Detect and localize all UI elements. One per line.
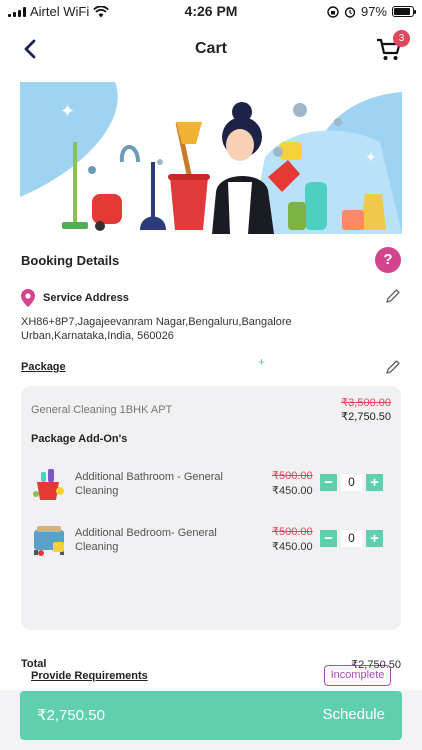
- booking-details-heading: Booking Details: [21, 253, 120, 268]
- pencil-icon[interactable]: [385, 359, 401, 375]
- package-name: General Cleaning 1BHK APT: [31, 404, 173, 416]
- quantity-stepper: − 0 +: [320, 474, 383, 491]
- quantity-value: 0: [341, 474, 362, 491]
- package-card: General Cleaning 1BHK APT ₹3,500.00 ₹2,7…: [21, 386, 401, 686]
- sparkle-icon: +: [258, 355, 266, 369]
- addons-heading: Package Add-On's: [31, 433, 128, 445]
- schedule-button[interactable]: ₹2,750.50 Schedule: [20, 691, 402, 740]
- bathroom-cleaning-icon: [33, 469, 64, 500]
- service-address-text: XH86+8P7,Jagajeevanram Nagar,Bengaluru,B…: [21, 316, 292, 342]
- location-pin-icon: [21, 289, 35, 307]
- quantity-stepper: − 0 +: [320, 530, 383, 547]
- addon-new-price: ₹450.00: [272, 485, 313, 497]
- status-bar: Airtel WiFi 4:26 PM 97%: [0, 0, 422, 22]
- bedroom-cleaning-icon: [34, 526, 64, 556]
- battery-icon: [392, 6, 416, 17]
- battery-percent: 97%: [360, 4, 387, 19]
- service-address-label: Service Address: [43, 292, 129, 304]
- footer-amount: ₹2,750.50: [37, 707, 105, 724]
- cleaning-banner-illustration: ✦ ✦: [20, 82, 402, 234]
- addon-name: Additional Bathroom - General Cleaning: [75, 471, 223, 497]
- increase-button[interactable]: +: [366, 530, 383, 547]
- rotation-lock-icon: [327, 5, 339, 18]
- page-title: Cart: [194, 40, 227, 57]
- footer: ₹2,750.50 Schedule: [0, 690, 422, 750]
- cart-button[interactable]: 3: [374, 30, 410, 64]
- svg-text:✦: ✦: [60, 101, 75, 121]
- package-label: Package: [21, 361, 66, 373]
- alarm-icon: [344, 6, 356, 18]
- content-area: ✦ ✦ Booking Details ? Service Address XH…: [0, 78, 422, 690]
- addon-old-price: ₹500.00: [272, 470, 313, 482]
- total-label: Total: [21, 658, 47, 670]
- svg-text:✦: ✦: [365, 149, 377, 165]
- addon-old-price: ₹500.00: [272, 526, 313, 538]
- app-header: Cart 3: [0, 22, 422, 78]
- addon-name: Additional Bedroom- General Cleaning: [75, 527, 217, 553]
- decrease-button[interactable]: −: [320, 474, 337, 491]
- total-row: Total ₹2,750.50: [21, 658, 401, 674]
- package-new-price: ₹2,750.50: [341, 411, 391, 423]
- list-item: Additional Bedroom- General Cleaning ₹50…: [21, 520, 401, 560]
- decrease-button[interactable]: −: [320, 530, 337, 547]
- increase-button[interactable]: +: [366, 474, 383, 491]
- package-old-price: ₹3,500.00: [341, 397, 391, 409]
- schedule-label: Schedule: [322, 706, 385, 723]
- quantity-value: 0: [341, 530, 362, 547]
- list-item: Additional Bathroom - General Cleaning ₹…: [21, 464, 401, 504]
- help-icon[interactable]: ?: [375, 247, 401, 273]
- total-value: ₹2,750.50: [351, 659, 401, 671]
- addon-new-price: ₹450.00: [272, 541, 313, 553]
- pencil-icon[interactable]: [385, 288, 401, 304]
- cart-count-badge: 3: [393, 30, 410, 47]
